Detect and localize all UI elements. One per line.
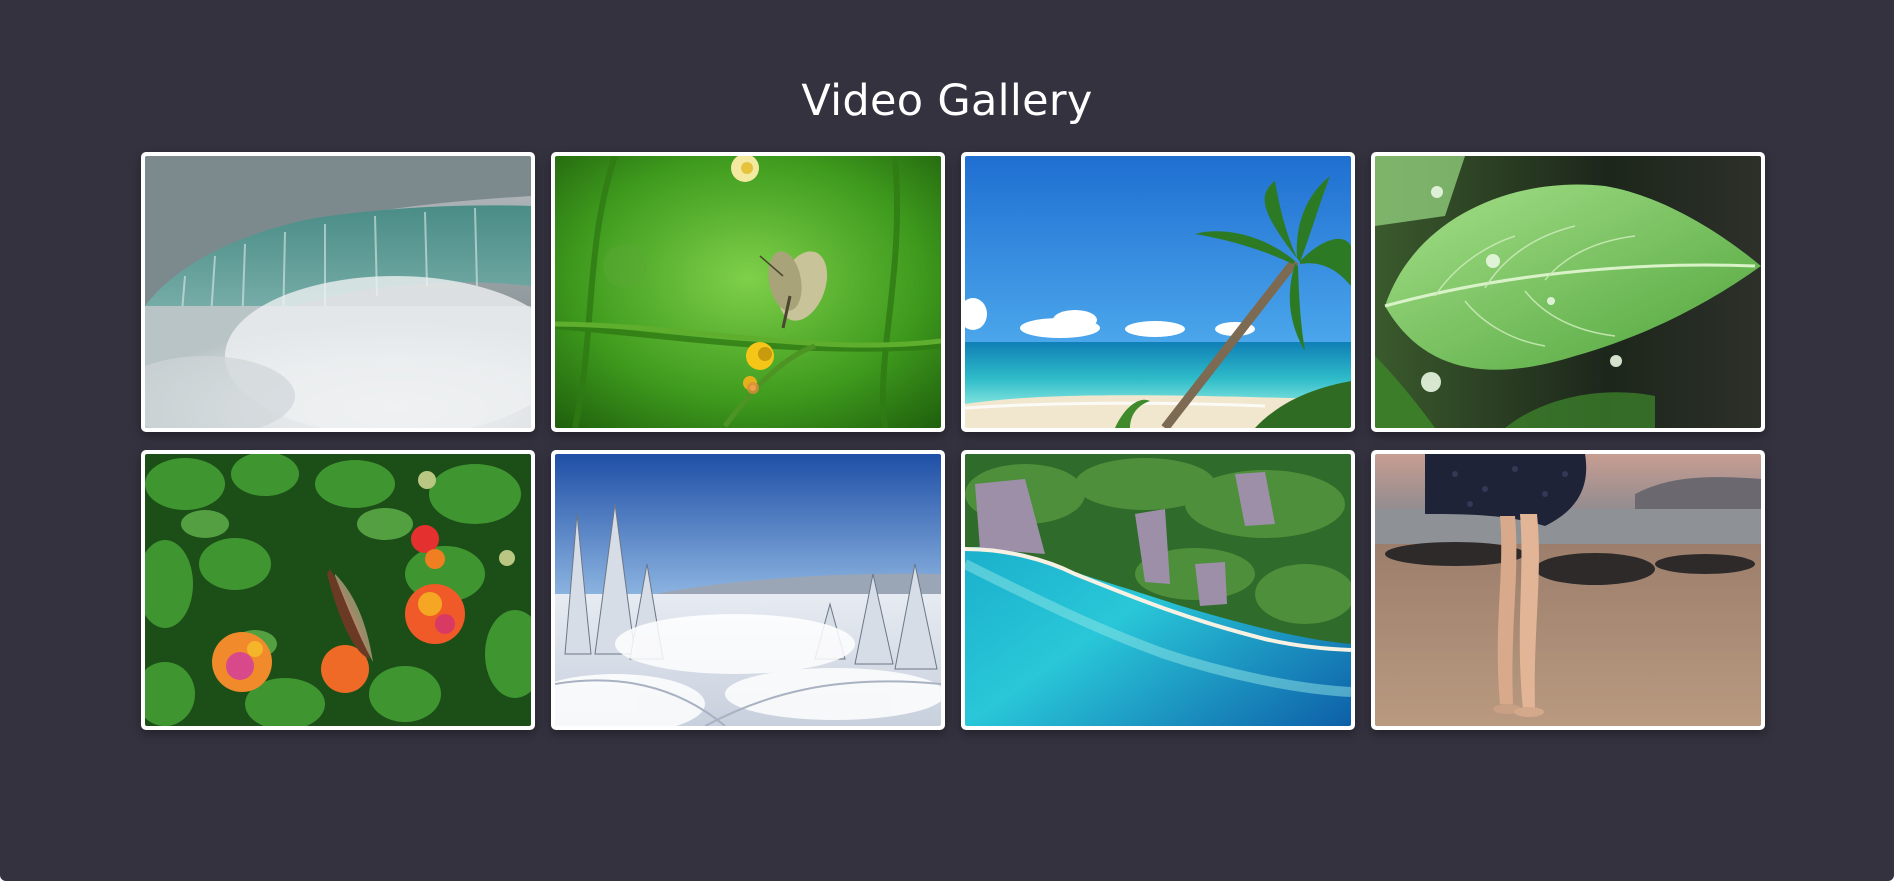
video-thumbnail-lantana-butterfly[interactable] (141, 450, 535, 730)
gallery-page: Video Gallery (0, 0, 1894, 881)
video-thumbnail-waterfall[interactable] (141, 152, 535, 432)
page-title: Video Gallery (801, 75, 1093, 126)
snow-image (555, 454, 941, 726)
video-thumbnail-barefoot-beach[interactable] (1371, 450, 1765, 730)
lantana-image (145, 454, 531, 726)
leaf-image (1375, 156, 1761, 428)
video-thumbnail-snowy-forest[interactable] (551, 450, 945, 730)
barefoot-image (1375, 454, 1761, 726)
butterfly-image (555, 156, 941, 428)
video-thumbnail-tropical-beach[interactable] (961, 152, 1355, 432)
beach-image (965, 156, 1351, 428)
video-thumbnail-aerial-coast[interactable] (961, 450, 1355, 730)
video-thumbnail-butterfly-flower[interactable] (551, 152, 945, 432)
video-grid (141, 152, 1765, 730)
coast-image (965, 454, 1351, 726)
video-thumbnail-green-leaf[interactable] (1371, 152, 1765, 432)
waterfall-image (145, 156, 531, 428)
